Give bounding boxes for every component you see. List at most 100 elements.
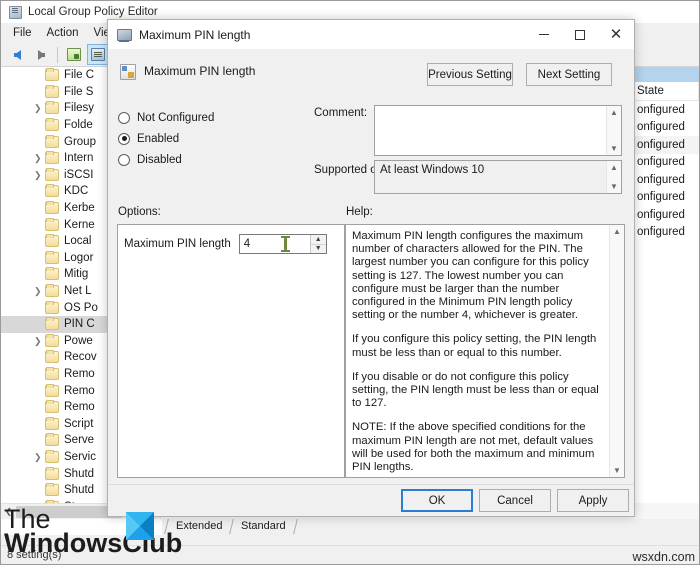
chevron-right-icon[interactable]: ❯ bbox=[34, 286, 42, 296]
help-scroll-down-arrow-icon[interactable]: ▼ bbox=[613, 464, 621, 477]
folder-icon bbox=[45, 366, 59, 380]
maximum-pin-length-value[interactable]: 4 bbox=[240, 235, 310, 253]
tree-item-label: Remo bbox=[64, 384, 95, 397]
folder-icon bbox=[45, 350, 59, 364]
tree-item-label: Remo bbox=[64, 367, 95, 380]
menu-action[interactable]: Action bbox=[41, 25, 88, 41]
chevron-right-icon[interactable]: ❯ bbox=[34, 170, 42, 180]
tree-item-label: Folde bbox=[64, 119, 93, 132]
row-state: onfigured bbox=[637, 226, 685, 239]
chevron-right-icon[interactable]: ❯ bbox=[34, 452, 42, 462]
comment-textarea[interactable]: ▲ ▼ bbox=[374, 105, 622, 156]
column-header-state[interactable]: State bbox=[632, 81, 699, 101]
help-paragraph: If you configure this policy setting, th… bbox=[352, 333, 597, 359]
cancel-button[interactable]: Cancel bbox=[479, 489, 551, 512]
show-hide-console-tree-button[interactable] bbox=[87, 44, 109, 65]
radio-not-configured-label: Not Configured bbox=[137, 111, 215, 124]
tree-item-label: Group bbox=[64, 135, 96, 148]
folder-icon bbox=[45, 250, 59, 264]
chevron-right-icon[interactable]: ❯ bbox=[34, 336, 42, 346]
row-state: onfigured bbox=[637, 173, 685, 186]
thewindowsclub-logo-icon bbox=[126, 512, 154, 540]
row-state: onfigured bbox=[637, 191, 685, 204]
folder-icon bbox=[45, 483, 59, 497]
folder-icon bbox=[45, 400, 59, 414]
tree-item-label: Script bbox=[64, 417, 94, 430]
close-button[interactable]: ✕ bbox=[598, 20, 634, 49]
supported-on-vertical-scrollbar[interactable]: ▲ ▼ bbox=[606, 161, 621, 193]
policy-icon bbox=[120, 64, 136, 80]
folder-icon bbox=[45, 101, 59, 115]
maximize-button[interactable] bbox=[562, 20, 598, 49]
dialog-subheader-title: Maximum PIN length bbox=[144, 64, 256, 78]
folder-icon bbox=[45, 317, 59, 331]
next-setting-button[interactable]: Next Setting bbox=[526, 63, 612, 86]
tab-standard[interactable]: Standard bbox=[230, 519, 299, 534]
folder-icon bbox=[45, 184, 59, 198]
main-window-title: Local Group Policy Editor bbox=[28, 6, 158, 18]
folder-icon bbox=[45, 466, 59, 480]
help-vertical-scrollbar[interactable]: ▲ ▼ bbox=[609, 225, 624, 477]
minimize-button[interactable] bbox=[526, 20, 562, 49]
help-panel[interactable]: Maximum PIN length configures the maximu… bbox=[345, 224, 625, 478]
radio-enabled[interactable]: Enabled bbox=[118, 128, 278, 149]
console-tree-icon bbox=[91, 48, 105, 61]
row-state: onfigured bbox=[637, 156, 685, 169]
chevron-right-icon[interactable]: ❯ bbox=[34, 153, 42, 163]
spinner-down-icon[interactable]: ▼ bbox=[311, 245, 326, 254]
back-button[interactable] bbox=[6, 44, 28, 65]
radio-disabled[interactable]: Disabled bbox=[118, 149, 278, 170]
forward-button[interactable] bbox=[30, 44, 52, 65]
folder-icon bbox=[45, 201, 59, 215]
maximum-pin-length-option-row: Maximum PIN length 4 ▲ ▼ bbox=[124, 234, 327, 254]
help-scroll-up-arrow-icon[interactable]: ▲ bbox=[613, 225, 621, 238]
folder-icon bbox=[45, 217, 59, 231]
apply-button[interactable]: Apply bbox=[557, 489, 629, 512]
help-text-content: Maximum PIN length configures the maximu… bbox=[346, 225, 609, 479]
spinner-up-icon[interactable]: ▲ bbox=[310, 235, 326, 245]
folder-icon bbox=[45, 284, 59, 298]
chevron-right-icon[interactable]: ❯ bbox=[34, 103, 42, 113]
radio-not-configured-indicator bbox=[118, 111, 130, 124]
status-text: 8 setting(s) bbox=[7, 549, 62, 561]
help-paragraph: If you disable or do not configure this … bbox=[352, 370, 599, 410]
help-label: Help: bbox=[346, 206, 373, 218]
tree-item-label: Remo bbox=[64, 401, 95, 414]
tree-item-label: Kerbe bbox=[64, 202, 95, 215]
row-state: onfigured bbox=[637, 138, 685, 151]
status-bar: 8 setting(s) bbox=[1, 545, 699, 564]
menu-file[interactable]: File bbox=[7, 25, 41, 41]
ok-button[interactable]: OK bbox=[401, 489, 473, 512]
maximum-pin-length-label: Maximum PIN length bbox=[124, 238, 231, 250]
scroll-up-arrow-icon[interactable]: ▲ bbox=[610, 106, 618, 119]
tree-item-label: iSCSI bbox=[64, 168, 94, 181]
up-one-level-button[interactable] bbox=[63, 44, 85, 65]
tree-item-label: Filesy bbox=[64, 102, 95, 115]
folder-up-icon bbox=[67, 48, 81, 61]
policy-state-radio-group: Not Configured Enabled Disabled bbox=[118, 107, 278, 170]
radio-enabled-indicator bbox=[118, 132, 130, 145]
maximum-pin-length-spinner[interactable]: 4 ▲ ▼ bbox=[238, 234, 327, 254]
close-icon: ✕ bbox=[609, 26, 623, 43]
scroll-down-arrow-icon[interactable]: ▼ bbox=[610, 142, 618, 155]
radio-disabled-indicator bbox=[118, 153, 130, 166]
supported-scroll-up-arrow-icon[interactable]: ▲ bbox=[610, 161, 618, 174]
supported-scroll-down-arrow-icon[interactable]: ▼ bbox=[610, 180, 618, 193]
toolbar-separator bbox=[57, 46, 58, 63]
tree-item-label: Kerne bbox=[64, 218, 95, 231]
comment-vertical-scrollbar[interactable]: ▲ ▼ bbox=[606, 106, 621, 155]
tree-item-label: OS Po bbox=[64, 301, 98, 314]
i-beam-cursor bbox=[280, 236, 290, 252]
row-state: onfigured bbox=[637, 208, 685, 221]
tree-item-label: PIN C bbox=[64, 318, 95, 331]
spinner-buttons: ▲ ▼ bbox=[309, 235, 326, 254]
folder-icon bbox=[45, 151, 59, 165]
tree-item-label: Local bbox=[64, 235, 92, 248]
previous-setting-button[interactable]: Previous Setting bbox=[427, 63, 513, 86]
folder-icon bbox=[45, 68, 59, 82]
tree-item-label: File S bbox=[64, 85, 94, 98]
tab-extended[interactable]: Extended bbox=[164, 519, 235, 534]
scroll-left-arrow-icon[interactable]: ❮ bbox=[1, 504, 16, 519]
radio-disabled-label: Disabled bbox=[137, 153, 182, 166]
radio-not-configured[interactable]: Not Configured bbox=[118, 107, 278, 128]
